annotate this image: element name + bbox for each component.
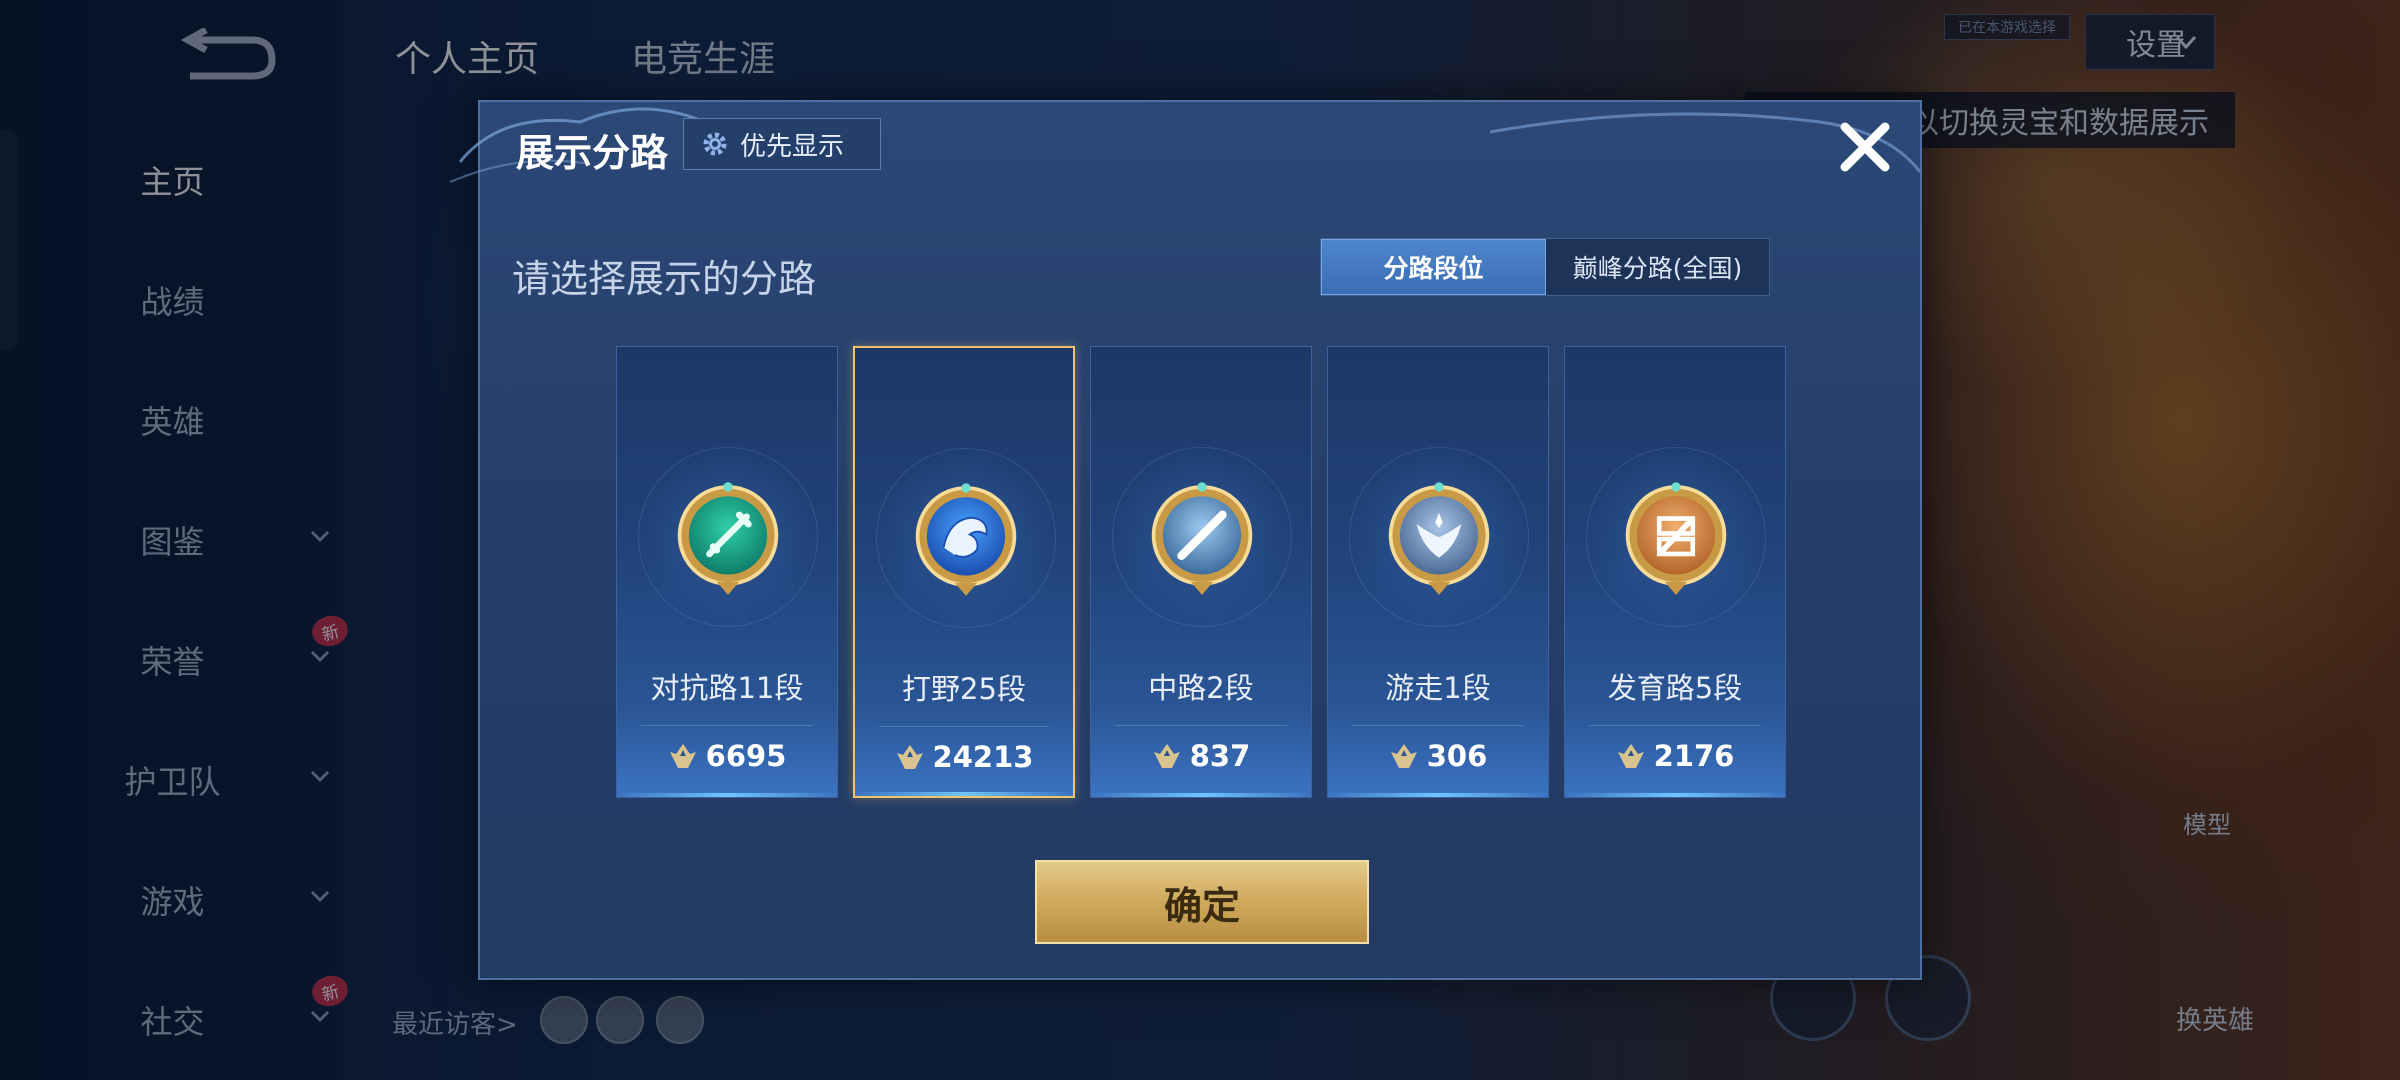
- wings-emblem-icon: [1388, 482, 1490, 595]
- display-mode-toggle: 分路段位 巅峰分路(全国): [1320, 238, 1770, 296]
- lane-score: 306: [1328, 739, 1548, 773]
- card-glow: [1565, 793, 1785, 797]
- lane-cards: 对抗路11段 6695 打野25段 24213 中路2段 837 游走1段 306 发育路5段 2…: [616, 346, 1786, 798]
- card-glow: [1091, 793, 1311, 797]
- sword-emblem-icon: [677, 482, 779, 595]
- close-button[interactable]: [1830, 112, 1900, 182]
- divider: [879, 726, 1049, 727]
- priority-display-label: 优先显示: [740, 131, 845, 162]
- close-icon: [1840, 122, 1890, 172]
- dialog-title: 展示分路: [516, 131, 669, 175]
- lane-score: 24213: [855, 740, 1073, 774]
- tab-peak-lane-national[interactable]: 巅峰分路(全国): [1546, 239, 1769, 295]
- lane-rank-label: 打野25段: [902, 672, 1026, 706]
- priority-display-button[interactable]: 优先显示: [683, 118, 881, 170]
- lane-card[interactable]: 发育路5段 2176: [1564, 346, 1786, 798]
- lane-rank-label: 游走1段: [1385, 671, 1491, 705]
- peak-score-icon: [1153, 744, 1180, 768]
- lane-score: 6695: [617, 739, 837, 773]
- lane-prompt: 请选择展示的分路: [512, 257, 817, 301]
- lane-score-value: 24213: [932, 740, 1034, 774]
- lane-score-value: 2176: [1653, 739, 1735, 773]
- lane-score-value: 6695: [705, 739, 787, 773]
- confirm-button[interactable]: 确定: [1035, 860, 1369, 944]
- peak-score-icon: [1390, 744, 1417, 768]
- lane-card[interactable]: 对抗路11段 6695: [616, 346, 838, 798]
- lane-rank-label: 中路2段: [1148, 671, 1254, 705]
- dragon-emblem-icon: [915, 483, 1017, 596]
- divider: [1352, 725, 1524, 726]
- peak-score-icon: [896, 745, 923, 769]
- lane-card[interactable]: 游走1段 306: [1327, 346, 1549, 798]
- lane-card[interactable]: 中路2段 837: [1090, 346, 1312, 798]
- lane-card[interactable]: 打野25段 24213: [853, 346, 1075, 798]
- lane-score-value: 837: [1189, 739, 1251, 773]
- lane-score: 837: [1091, 739, 1311, 773]
- tab-lane-rank[interactable]: 分路段位: [1321, 239, 1546, 295]
- divider: [1589, 725, 1761, 726]
- bow-emblem-icon: [1625, 482, 1727, 595]
- peak-score-icon: [669, 744, 696, 768]
- lane-rank-label: 发育路5段: [1607, 671, 1743, 705]
- peak-score-icon: [1617, 744, 1644, 768]
- slash-emblem-icon: [1151, 482, 1253, 595]
- card-glow: [617, 793, 837, 797]
- divider: [1115, 725, 1287, 726]
- lane-score-value: 306: [1426, 739, 1488, 773]
- lane-rank-label: 对抗路11段: [650, 671, 804, 705]
- lane-display-dialog: 展示分路 优先显示 请选择展示的分路 分路段位 巅峰分路(全国) 对抗路11段 6…: [449, 100, 1922, 980]
- card-glow: [855, 792, 1073, 796]
- divider: [641, 725, 813, 726]
- card-glow: [1328, 793, 1548, 797]
- gear-icon: [703, 132, 727, 156]
- lane-score: 2176: [1565, 739, 1785, 773]
